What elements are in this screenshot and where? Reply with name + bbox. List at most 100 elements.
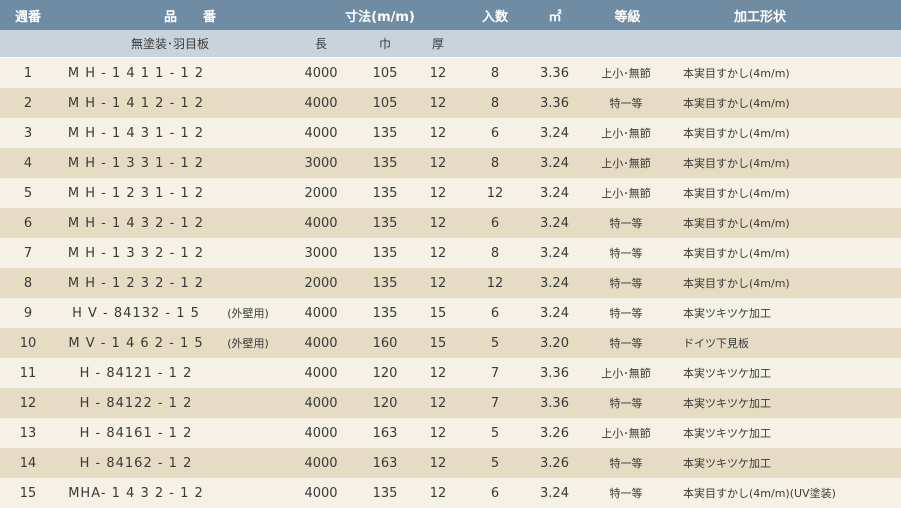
cell-thickness: 12 xyxy=(429,365,447,381)
table-row: 4 M H - 1 3 3 1 - 1 2 3000 135 12 8 3.24 上小･無節 本… xyxy=(0,148,901,178)
table-row: 6 M H - 1 4 3 2 - 1 2 4000 135 12 6 3.24 特一等 本実目… xyxy=(0,208,901,238)
cell-width: 135 xyxy=(372,305,398,321)
cell-processing: 本実ツキツケ加工 xyxy=(683,397,771,410)
cell-length: 4000 xyxy=(304,65,338,81)
cell-processing: 本実目すかし(4m/m) xyxy=(683,157,790,170)
cell-no: 13 xyxy=(19,425,37,441)
cell-thickness: 15 xyxy=(429,305,447,321)
cell-area: 3.24 xyxy=(540,485,569,501)
cell-no: 15 xyxy=(19,485,37,501)
cell-part-number: M H - 1 3 3 2 - 1 2 xyxy=(67,245,205,261)
cell-part-number: H - 84162 - 1 2 xyxy=(79,455,193,471)
cell-note: (外壁用) xyxy=(227,307,269,320)
cell-thickness: 12 xyxy=(429,215,447,231)
cell-quantity: 5 xyxy=(490,425,500,441)
cell-quantity: 12 xyxy=(486,185,504,201)
cell-width: 135 xyxy=(372,185,398,201)
cell-no: 8 xyxy=(23,275,33,291)
table-row: 8 M H - 1 2 3 2 - 1 2 2000 135 12 12 3.24 特一等 本実… xyxy=(0,268,901,298)
cell-thickness: 12 xyxy=(429,155,447,171)
cell-thickness: 12 xyxy=(429,395,447,411)
cell-area: 3.24 xyxy=(540,305,569,321)
cell-length: 2000 xyxy=(304,185,338,201)
cell-note xyxy=(218,148,278,178)
table-row: 9 H V - 84132 - 1 5 (外壁用) 4000 135 15 6 3.24 特一等… xyxy=(0,298,901,328)
cell-grade: 特一等 xyxy=(609,247,643,260)
cell-area: 3.26 xyxy=(540,425,569,441)
cell-no: 6 xyxy=(23,215,33,231)
cell-thickness: 12 xyxy=(429,185,447,201)
cell-part-number: H - 84121 - 1 2 xyxy=(79,365,193,381)
cell-no: 9 xyxy=(23,305,33,321)
cell-width: 160 xyxy=(372,335,398,351)
cell-length: 4000 xyxy=(304,485,338,501)
cell-processing: 本実目すかし(4m/m) xyxy=(683,97,790,110)
cell-length: 4000 xyxy=(304,365,338,381)
table-row: 5 M H - 1 2 3 1 - 1 2 2000 135 12 12 3.24 上小･無節… xyxy=(0,178,901,208)
cell-note xyxy=(218,58,278,88)
cell-grade: 上小･無節 xyxy=(601,127,651,140)
cell-grade: 上小･無節 xyxy=(601,157,651,170)
header-processing: 加工形状 xyxy=(733,9,786,25)
cell-note xyxy=(218,268,278,298)
cell-quantity: 6 xyxy=(490,305,500,321)
cell-no: 4 xyxy=(23,155,33,171)
cell-quantity: 8 xyxy=(490,95,500,111)
table-row: 11 H - 84121 - 1 2 4000 120 12 7 3.36 上小･無節 本実ツキ… xyxy=(0,358,901,388)
cell-thickness: 12 xyxy=(429,65,447,81)
cell-thickness: 15 xyxy=(429,335,447,351)
cell-quantity: 6 xyxy=(490,485,500,501)
cell-grade: 特一等 xyxy=(609,307,643,320)
header-product: 品 番 xyxy=(163,9,216,25)
cell-quantity: 8 xyxy=(490,65,500,81)
cell-no: 11 xyxy=(19,365,37,381)
cell-processing: 本実目すかし(4m/m) xyxy=(683,127,790,140)
cell-note xyxy=(218,238,278,268)
cell-quantity: 8 xyxy=(490,155,500,171)
cell-quantity: 7 xyxy=(490,395,500,411)
table-row: 14 H - 84162 - 1 2 4000 163 12 5 3.26 特一等 本実ツキツケ… xyxy=(0,448,901,478)
cell-quantity: 6 xyxy=(490,215,500,231)
cell-width: 135 xyxy=(372,485,398,501)
cell-no: 12 xyxy=(19,395,37,411)
cell-processing: ドイツ下見板 xyxy=(683,337,749,350)
cell-width: 105 xyxy=(372,95,398,111)
cell-processing: 本実目すかし(4m/m)(UV塗装) xyxy=(683,487,836,500)
cell-width: 105 xyxy=(372,65,398,81)
cell-width: 135 xyxy=(372,125,398,141)
cell-note xyxy=(218,478,278,508)
cell-part-number: M H - 1 4 3 1 - 1 2 xyxy=(67,125,205,141)
table-row: 13 H - 84161 - 1 2 4000 163 12 5 3.26 上小･無節 本実ツキ… xyxy=(0,418,901,448)
cell-quantity: 12 xyxy=(486,275,504,291)
table-row: 2 M H - 1 4 1 2 - 1 2 4000 105 12 8 3.36 特一等 本実目… xyxy=(0,88,901,118)
cell-length: 4000 xyxy=(304,425,338,441)
cell-area: 3.36 xyxy=(540,65,569,81)
cell-length: 4000 xyxy=(304,455,338,471)
cell-length: 4000 xyxy=(304,305,338,321)
cell-part-number: M H - 1 2 3 1 - 1 2 xyxy=(67,185,205,201)
cell-grade: 上小･無節 xyxy=(601,427,651,440)
cell-part-number: M H - 1 3 3 1 - 1 2 xyxy=(67,155,205,171)
cell-width: 135 xyxy=(372,275,398,291)
cell-area: 3.24 xyxy=(540,125,569,141)
header-dimensions: 寸法(m/m) xyxy=(345,9,415,25)
cell-part-number: M H - 1 4 1 1 - 1 2 xyxy=(67,65,205,81)
cell-length: 3000 xyxy=(304,155,338,171)
cell-grade: 特一等 xyxy=(609,337,643,350)
cell-part-number: H V - 84132 - 1 5 xyxy=(72,305,200,321)
cell-thickness: 12 xyxy=(429,245,447,261)
cell-note xyxy=(218,358,278,388)
cell-no: 14 xyxy=(19,455,37,471)
table-row: 1 M H - 1 4 1 1 - 1 2 4000 105 12 8 3.36 上小･無節 本… xyxy=(0,58,901,88)
cell-area: 3.26 xyxy=(540,455,569,471)
cell-thickness: 12 xyxy=(429,485,447,501)
cell-thickness: 12 xyxy=(429,425,447,441)
cell-grade: 特一等 xyxy=(609,97,643,110)
table-row: 10 M V - 1 4 6 2 - 1 5 (外壁用) 4000 160 15 5 3.20… xyxy=(0,328,901,358)
cell-part-number: M H - 1 4 3 2 - 1 2 xyxy=(67,215,205,231)
cell-processing: 本実ツキツケ加工 xyxy=(683,367,771,380)
cell-thickness: 12 xyxy=(429,95,447,111)
cell-note xyxy=(218,118,278,148)
cell-processing: 本実目すかし(4m/m) xyxy=(683,277,790,290)
cell-processing: 本実ツキツケ加工 xyxy=(683,307,771,320)
